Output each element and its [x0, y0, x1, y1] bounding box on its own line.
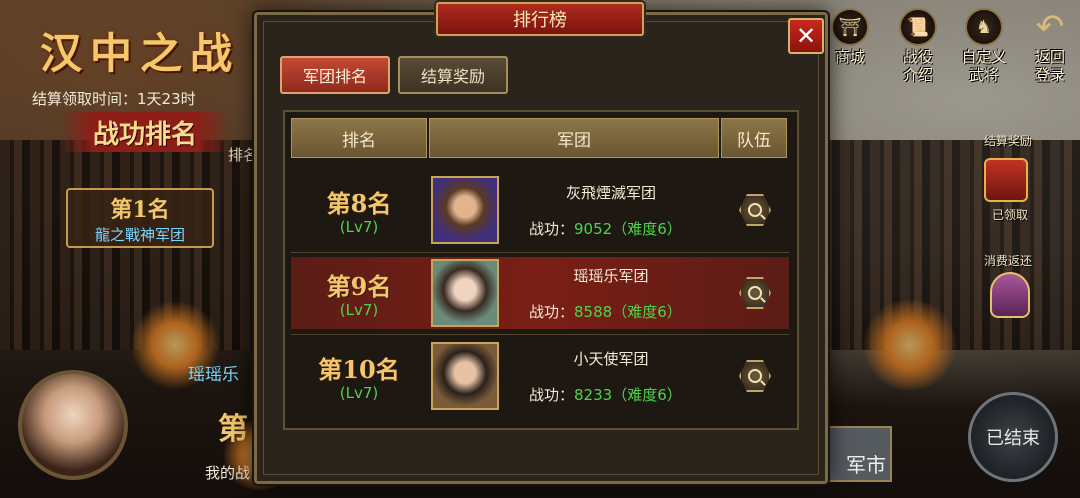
column-header-guild: 军团 [429, 118, 719, 158]
player-avatar[interactable] [18, 370, 128, 480]
general-icon: ♞ [965, 8, 1003, 46]
campaign-intro-label-2: 介绍 [902, 66, 933, 84]
row-power: 战功：8588（难度6） [529, 303, 682, 321]
row-level: (Lv7) [339, 301, 379, 319]
row-power: 战功：8233（难度6） [529, 386, 682, 404]
table-header: 排名 军团 队伍 [291, 118, 787, 158]
column-header-team: 队伍 [721, 118, 787, 158]
row-rank: 第10名 [318, 355, 400, 384]
return-login-label-1: 返回 [1034, 48, 1065, 66]
row-level: (Lv7) [339, 384, 379, 402]
settle-time-label: 结算领取时间：1天23时 [32, 90, 196, 108]
row-guild-name: 小天使军团 [573, 350, 649, 368]
shop-label: 商城 [834, 48, 865, 66]
search-icon [748, 203, 762, 217]
claimed-label: 已领取 [992, 208, 1029, 222]
campaign-intro-button[interactable]: 📜 战役 介绍 [894, 8, 942, 84]
scroll-icon: 📜 [899, 8, 937, 46]
first-place-rank: 第1名 [110, 197, 170, 223]
row-level: (Lv7) [339, 218, 379, 236]
tab-settle-reward[interactable]: 结算奖励 [398, 56, 508, 94]
row-power: 战功：9052（难度6） [529, 220, 682, 238]
leader-portrait [431, 259, 499, 327]
return-arrow-icon: ↶ [1035, 7, 1065, 47]
leader-portrait [431, 342, 499, 410]
shop-icon: ⛩ [831, 8, 869, 46]
my-rank: 第 [218, 412, 248, 447]
market-label: 军市 [846, 453, 886, 477]
return-login-button[interactable]: ↶ 返回 登录 [1026, 7, 1074, 84]
settle-reward-label: 结算奖励 [984, 134, 1033, 148]
first-place-guild: 龍之戰神军团 [94, 226, 185, 244]
row-rank: 第9名 [326, 272, 392, 301]
custom-general-label-2: 武将 [968, 66, 999, 84]
tab-guild-ranking[interactable]: 军团排名 [280, 56, 390, 94]
return-login-label-2: 登录 [1034, 66, 1065, 84]
view-team-button[interactable] [739, 277, 771, 309]
event-title: 汉中之战 [40, 29, 241, 78]
gift-bag-icon[interactable] [990, 272, 1030, 318]
column-header-rank: 排名 [291, 118, 427, 158]
search-icon [748, 286, 762, 300]
my-battle-label: 我的战 [205, 464, 251, 482]
treasure-chest-icon[interactable] [984, 158, 1028, 202]
spend-rebate-label: 消费返还 [984, 254, 1033, 268]
view-team-button[interactable] [739, 194, 771, 226]
table-row[interactable]: 第10名 (Lv7) 小天使军团 战功：8233（难度6） [291, 340, 789, 412]
table-row[interactable]: 第8名 (Lv7) 灰飛煙滅军团 战功：9052（难度6） [291, 174, 789, 246]
shop-button[interactable]: ⛩ 商城 [826, 8, 874, 66]
leader-portrait [431, 176, 499, 244]
merit-ranking-banner: 战功排名 [60, 112, 230, 152]
first-place-card[interactable]: 第1名 龍之戰神军团 [66, 188, 214, 248]
my-guild-name: 瑶瑶乐 [188, 365, 239, 385]
row-guild-name: 瑶瑶乐军团 [573, 267, 649, 285]
custom-general-label-1: 自定义 [961, 48, 1007, 66]
row-guild-name: 灰飛煙滅军团 [565, 184, 656, 202]
search-icon [748, 369, 762, 383]
campaign-intro-label-1: 战役 [902, 48, 933, 66]
view-team-button[interactable] [739, 360, 771, 392]
custom-general-button[interactable]: ♞ 自定义 武将 [960, 8, 1008, 84]
close-icon: ✕ [795, 22, 817, 50]
table-row-highlighted[interactable]: 第9名 (Lv7) 瑶瑶乐军团 战功：8588（难度6） [291, 257, 789, 329]
close-button[interactable]: ✕ [788, 18, 824, 54]
ended-button[interactable]: 已结束 [968, 392, 1058, 482]
row-rank: 第8名 [326, 189, 392, 218]
dialog-title: 排行榜 [436, 2, 644, 36]
